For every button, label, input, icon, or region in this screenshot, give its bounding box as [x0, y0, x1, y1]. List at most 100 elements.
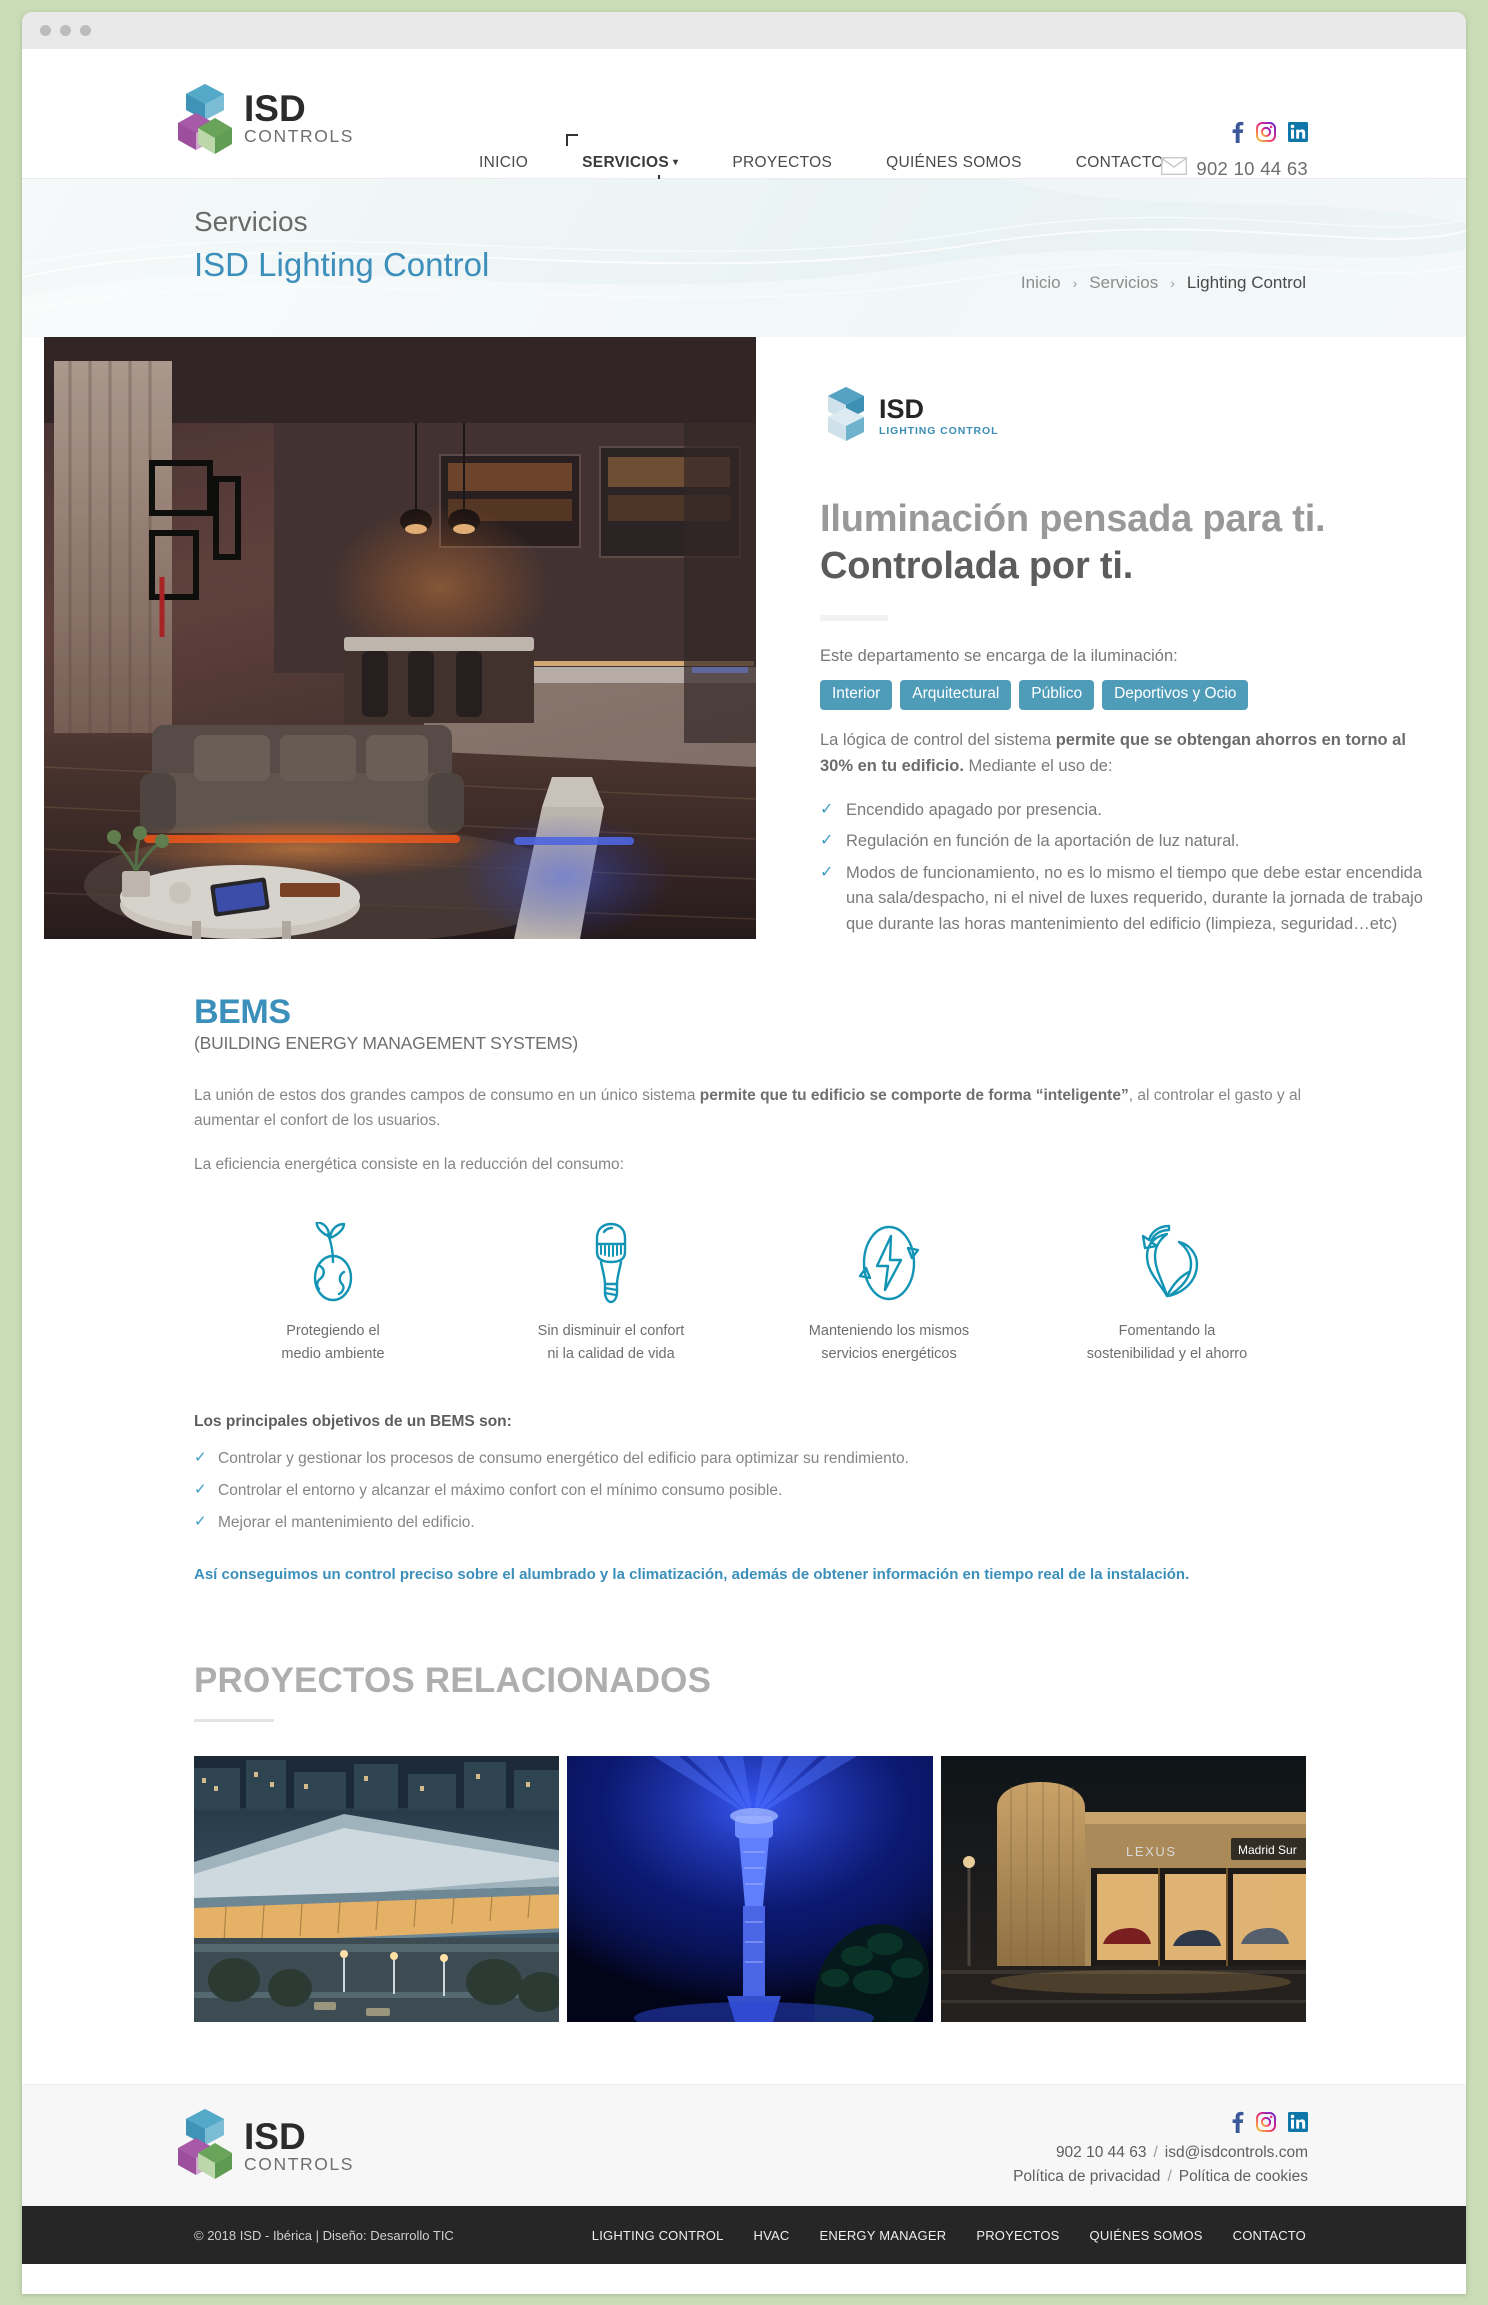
- bems-feature-caption: Manteniendo los mismos servicios energéti…: [808, 1322, 970, 1363]
- footer-nav-contacto[interactable]: CONTACTO: [1233, 2228, 1306, 2243]
- service-tag-arquitectural[interactable]: Arquitectural: [900, 680, 1012, 711]
- check-icon: ✓: [194, 1448, 207, 1466]
- instagram-icon[interactable]: [1256, 122, 1276, 147]
- facebook-icon[interactable]: [1231, 121, 1244, 148]
- browser-titlebar: [22, 12, 1466, 49]
- breadcrumb: Inicio › Servicios › Lighting Control: [1021, 273, 1306, 293]
- service-tag-deportivos-ocio[interactable]: Deportivos y Ocio: [1102, 680, 1249, 711]
- related-projects-title: PROYECTOS RELACIONADOS: [194, 1661, 712, 1701]
- breadcrumb-separator: ›: [1072, 275, 1078, 291]
- focus-corner-top-left: [566, 134, 578, 146]
- footer-nav-proyectos[interactable]: PROYECTOS: [976, 2228, 1059, 2243]
- window-close-dot[interactable]: [40, 25, 51, 36]
- project-card[interactable]: LEXUS Madrid Sur: [940, 1756, 1306, 2023]
- footer-separator: /: [1153, 2144, 1158, 2162]
- nav-item-servicios[interactable]: SERVICIOS ▾: [555, 154, 705, 172]
- hero-heading-line2: Controlada por ti.: [820, 544, 1134, 587]
- window-maximize-dot[interactable]: [80, 25, 91, 36]
- footer-nav-quienes-somos[interactable]: QUIÉNES SOMOS: [1090, 2228, 1203, 2243]
- hero-para-pre: La lógica de control del sistema: [820, 731, 1056, 750]
- project-card[interactable]: [194, 1756, 560, 2023]
- earth-leaf-icon: [194, 1221, 472, 1304]
- footer-logo-subtext: CONTROLS: [244, 2154, 355, 2175]
- hero-section: ISD LIGHTING CONTROL Iluminación pensada…: [22, 337, 1466, 943]
- footer-contact-line: 902 10 44 63 / isd@isdcontrols.com: [1013, 2144, 1308, 2162]
- heading-divider: [820, 615, 888, 622]
- instagram-icon[interactable]: [1256, 2112, 1276, 2137]
- check-icon: ✓: [194, 1480, 207, 1498]
- window-minimize-dot[interactable]: [60, 25, 71, 36]
- related-projects-divider: [194, 1719, 274, 1723]
- hero-heading: Iluminación pensada para ti. Controlada …: [820, 496, 1466, 589]
- hero-interior-photo: [44, 337, 756, 939]
- site-logo[interactable]: ISD CONTROLS: [174, 82, 354, 154]
- isd-lighting-cube-icon: [820, 385, 872, 448]
- site-header: ISD CONTROLS INICIO SERVICIOS ▾ PROYECTOS…: [22, 49, 1466, 187]
- service-tag-list: Interior Arquitectural Público Deportivo…: [820, 680, 1466, 711]
- lexus-sign-text: LEXUS: [1126, 1844, 1177, 1859]
- footer-privacy-policy-link[interactable]: Política de privacidad: [1013, 2168, 1160, 2185]
- linkedin-icon[interactable]: [1288, 2112, 1308, 2137]
- footer-cookie-policy-link[interactable]: Política de cookies: [1179, 2168, 1308, 2185]
- isd-lighting-control-logo: ISD LIGHTING CONTROL: [820, 385, 1466, 448]
- logo-wordmark: ISD: [244, 88, 306, 130]
- browser-window: ISD CONTROLS INICIO SERVICIOS ▾ PROYECTOS…: [22, 12, 1466, 2294]
- linkedin-icon[interactable]: [1288, 122, 1308, 147]
- nav-item-proyectos[interactable]: PROYECTOS: [705, 154, 859, 172]
- madrid-sur-sign-text: Madrid Sur: [1238, 1843, 1297, 1857]
- check-icon: ✓: [820, 863, 834, 881]
- breadcrumb-item-current: Lighting Control: [1186, 273, 1306, 292]
- footer-social-links: [1013, 2111, 1308, 2138]
- footer-nav-hvac[interactable]: HVAC: [754, 2228, 790, 2243]
- related-projects-section: PROYECTOS RELACIONADOS LEXUS Madrid Sur: [22, 1583, 1466, 2023]
- header-phone[interactable]: 902 10 44 63: [1161, 156, 1308, 180]
- hero-lead-text: Este departamento se encarga de la ilumi…: [820, 647, 1178, 666]
- main-navigation: INICIO SERVICIOS ▾ PROYECTOS QUIÉNES SOMO…: [452, 154, 1191, 172]
- service-tag-interior[interactable]: Interior: [820, 680, 893, 711]
- breadcrumb-item-servicios[interactable]: Servicios: [1089, 273, 1158, 293]
- bems-objectives-list: ✓ Controlar y gestionar los procesos de c…: [194, 1447, 1306, 1535]
- bems-feature-row: Protegiendo el medio ambiente Sin dismin…: [194, 1221, 1306, 1367]
- energy-bolt-cycle-icon: [750, 1222, 1028, 1304]
- check-icon: ✓: [820, 800, 834, 818]
- lightbulb-icon: [472, 1222, 750, 1304]
- hero-para-post: Mediante el uso de:: [963, 757, 1113, 776]
- footer-nav-energy-manager[interactable]: ENERGY MANAGER: [820, 2228, 947, 2243]
- hero-heading-line1: Iluminación pensada para ti.: [820, 498, 1326, 540]
- bems-subtitle: (BUILDING ENERGY MANAGEMENT SYSTEMS): [194, 1033, 579, 1054]
- footer-phone[interactable]: 902 10 44 63: [1056, 2144, 1147, 2161]
- copyright-text: © 2018 ISD - Ibérica | Diseño: Desarroll…: [194, 2227, 454, 2243]
- chevron-down-icon: ▾: [673, 157, 679, 168]
- nav-item-quienes-somos[interactable]: QUIÉNES SOMOS: [859, 154, 1049, 172]
- bems-feature-caption: Protegiendo el medio ambiente: [281, 1322, 385, 1363]
- project-card[interactable]: [567, 1756, 933, 2023]
- hero-content: ISD LIGHTING CONTROL Iluminación pensada…: [756, 337, 1466, 943]
- isd-cube-logo-icon: [174, 2107, 236, 2184]
- facebook-icon[interactable]: [1231, 2111, 1244, 2138]
- breadcrumb-item-inicio[interactable]: Inicio: [1021, 273, 1061, 293]
- banner-eyebrow: Servicios: [194, 206, 308, 237]
- check-icon: ✓: [194, 1513, 207, 1531]
- bems-feature-caption: Fomentando la sostenibilidad y el ahorro: [1086, 1322, 1248, 1363]
- bems-feature-item: Protegiendo el medio ambiente: [194, 1221, 472, 1367]
- footer-separator: /: [1167, 2168, 1172, 2186]
- footer-logo[interactable]: ISD CONTROLS: [174, 2107, 354, 2184]
- bems-feature-caption: Sin disminuir el confort ni la calidad de…: [537, 1322, 685, 1363]
- bems-paragraph-1: La unión de estos dos grandes campos de …: [194, 1087, 1302, 1129]
- footer-logo-wordmark: ISD: [244, 2116, 306, 2158]
- service-tag-publico[interactable]: Público: [1019, 680, 1095, 711]
- hero-bullet-item: ✓ Regulación en función de la aportación …: [820, 829, 1436, 855]
- nav-item-inicio[interactable]: INICIO: [452, 154, 555, 172]
- page-viewport: ISD CONTROLS INICIO SERVICIOS ▾ PROYECTOS…: [22, 49, 1466, 2294]
- footer-contact-block: 902 10 44 63 / isd@isdcontrols.com Polític…: [1013, 2111, 1308, 2186]
- bems-feature-item: Fomentando la sostenibilidad y el ahorro: [1028, 1222, 1306, 1367]
- footer-nav-lighting-control[interactable]: LIGHTING CONTROL: [592, 2228, 724, 2243]
- footer-email[interactable]: isd@isdcontrols.com: [1165, 2144, 1308, 2161]
- footer-bottom-bar: © 2018 ISD - Ibérica | Diseño: Desarroll…: [22, 2206, 1466, 2265]
- page-banner: Servicios ISD Lighting Control Inicio › …: [22, 179, 1466, 337]
- bems-feature-item: Manteniendo los mismos servicios energéti…: [750, 1222, 1028, 1367]
- isd-cube-logo-icon: [174, 82, 236, 154]
- check-icon: ✓: [820, 832, 834, 850]
- envelope-icon: [1161, 156, 1188, 180]
- header-phone-number: 902 10 44 63: [1196, 157, 1308, 179]
